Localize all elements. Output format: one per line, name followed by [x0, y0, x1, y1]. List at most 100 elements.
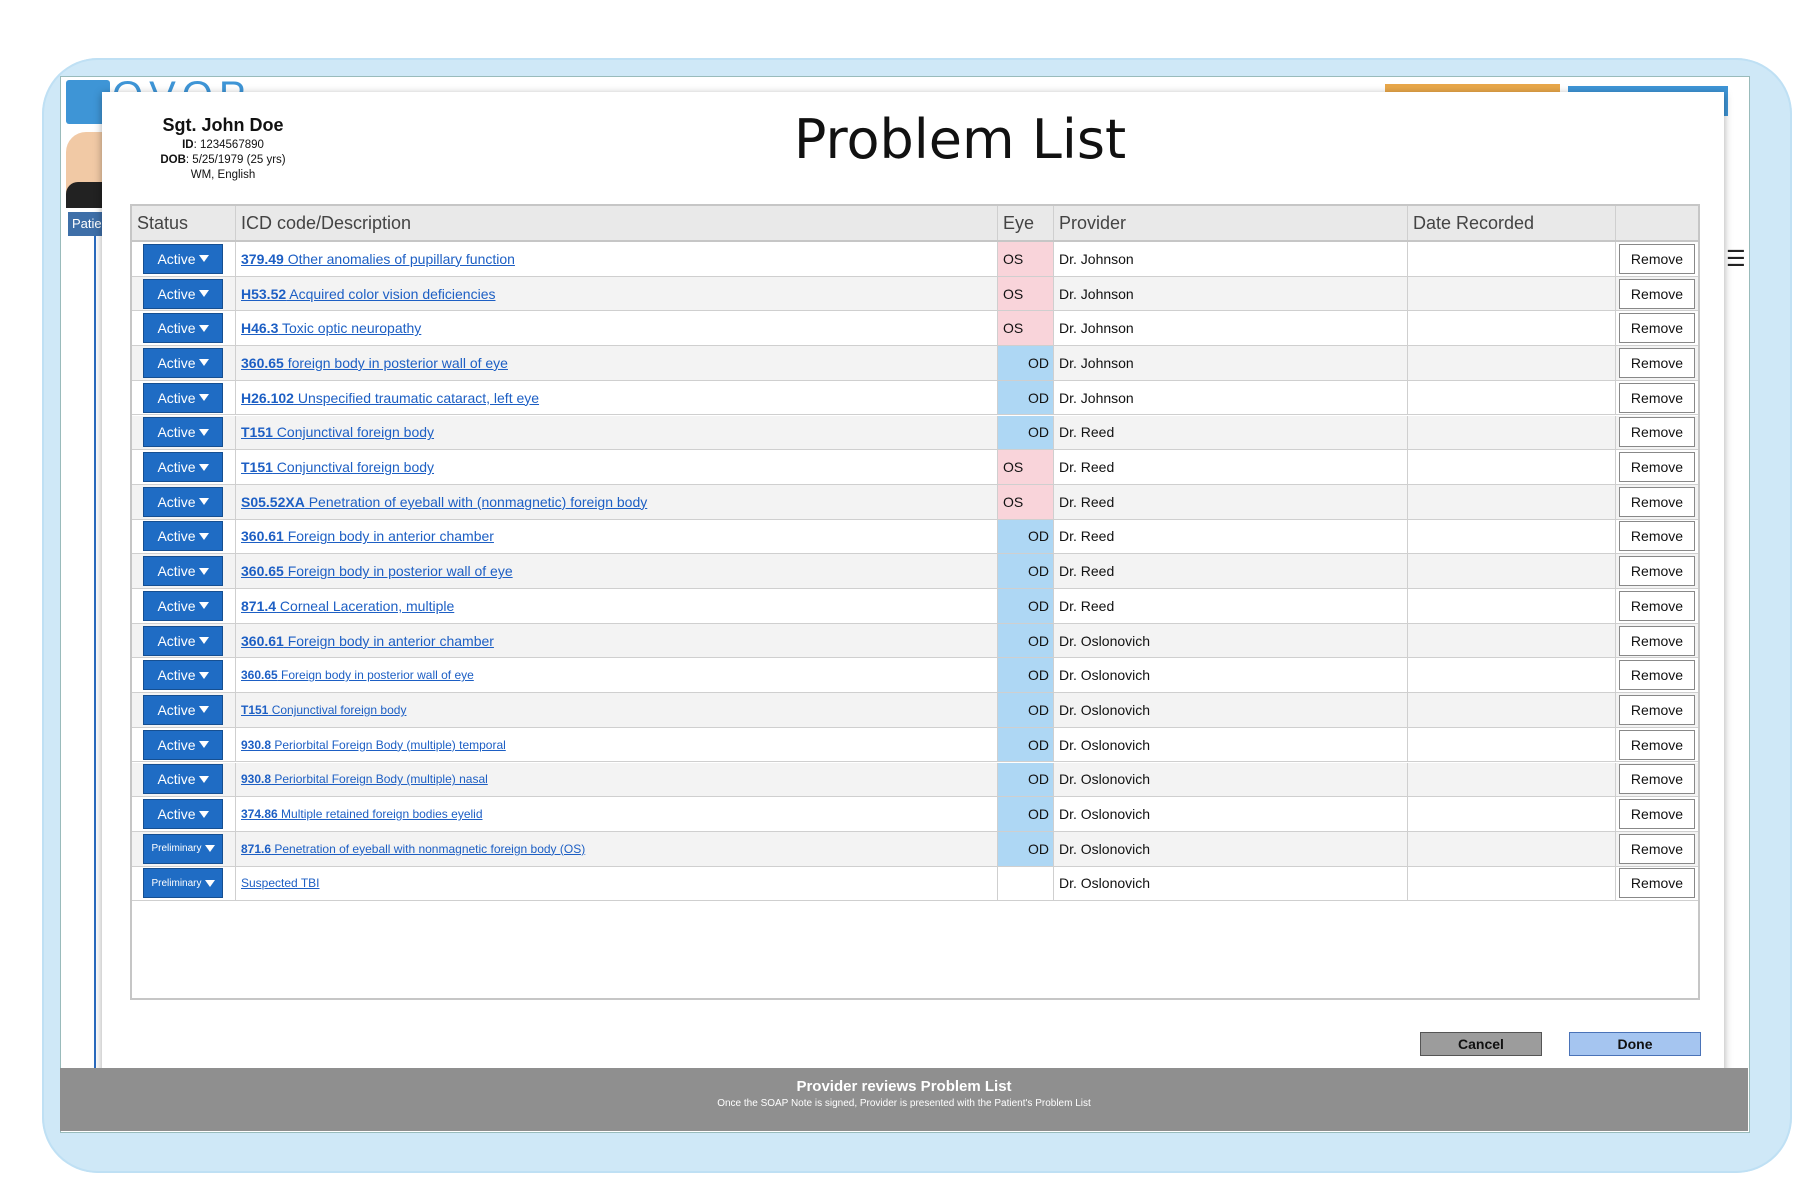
- icd-link[interactable]: 360.61 Foreign body in anterior chamber: [241, 528, 494, 544]
- status-label: Active: [157, 493, 196, 510]
- status-dropdown[interactable]: Active: [143, 521, 223, 552]
- status-dropdown[interactable]: Active: [143, 243, 223, 274]
- remove-button[interactable]: Remove: [1619, 833, 1695, 864]
- status-dropdown[interactable]: Active: [143, 347, 223, 378]
- page-title: Problem List: [793, 108, 1127, 171]
- header-eye: Eye: [998, 206, 1054, 240]
- icd-link[interactable]: H53.52 Acquired color vision deficiencie…: [241, 286, 496, 302]
- icd-description: Other anomalies of pupillary function: [283, 250, 515, 267]
- icd-link[interactable]: 871.6 Penetration of eyeball with nonmag…: [241, 842, 585, 856]
- remove-button[interactable]: Remove: [1619, 868, 1695, 899]
- icd-link[interactable]: T151 Conjunctival foreign body: [241, 459, 434, 475]
- provider-cell: Dr. Reed: [1054, 519, 1408, 554]
- status-cell: Preliminary: [132, 831, 236, 866]
- status-cell: Active: [132, 450, 236, 484]
- description-cell: 360.65 Foreign body in posterior wall of…: [236, 554, 998, 588]
- remove-button[interactable]: Remove: [1619, 417, 1695, 448]
- caret-down-icon: [204, 879, 215, 887]
- status-label: Active: [157, 563, 196, 580]
- icd-link[interactable]: Suspected TBI: [241, 876, 320, 890]
- icd-link[interactable]: 871.4 Corneal Laceration, multiple: [241, 598, 454, 614]
- caret-down-icon: [198, 359, 209, 367]
- icd-link[interactable]: 360.65 Foreign body in posterior wall of…: [241, 668, 474, 682]
- remove-button[interactable]: Remove: [1619, 799, 1695, 830]
- status-dropdown[interactable]: Active: [143, 382, 223, 413]
- remove-button[interactable]: Remove: [1619, 452, 1695, 483]
- eye-cell: OD: [998, 415, 1054, 450]
- status-dropdown[interactable]: Active: [143, 278, 223, 309]
- remove-button[interactable]: Remove: [1619, 278, 1695, 309]
- icd-link[interactable]: 360.65 foreign body in posterior wall of…: [241, 355, 508, 371]
- status-dropdown[interactable]: Active: [143, 660, 223, 691]
- action-cell: Remove: [1616, 311, 1698, 345]
- remove-button[interactable]: Remove: [1619, 313, 1695, 344]
- caret-down-icon: [198, 602, 209, 610]
- remove-button[interactable]: Remove: [1619, 590, 1695, 621]
- date-recorded-cell: [1408, 311, 1616, 346]
- status-cell: Active: [132, 380, 236, 415]
- date-recorded-cell: [1408, 797, 1616, 831]
- remove-button[interactable]: Remove: [1619, 382, 1695, 413]
- date-recorded-cell: [1408, 866, 1616, 901]
- status-dropdown[interactable]: Active: [143, 764, 223, 795]
- cancel-button[interactable]: Cancel: [1420, 1032, 1542, 1056]
- description-cell: H46.3 Toxic optic neuropathy: [236, 311, 998, 346]
- status-cell: Active: [132, 797, 236, 831]
- header-provider: Provider: [1054, 206, 1408, 240]
- status-label: Active: [157, 667, 196, 684]
- remove-button[interactable]: Remove: [1619, 694, 1695, 725]
- eye-cell: OD: [998, 589, 1054, 623]
- done-button[interactable]: Done: [1569, 1032, 1701, 1056]
- caption-subtitle: Once the SOAP Note is signed, Provider i…: [717, 1098, 1091, 1109]
- remove-button[interactable]: Remove: [1619, 521, 1695, 552]
- remove-button[interactable]: Remove: [1619, 729, 1695, 760]
- icd-link[interactable]: T151 Conjunctival foreign body: [241, 703, 406, 717]
- remove-button[interactable]: Remove: [1619, 243, 1695, 274]
- remove-button[interactable]: Remove: [1619, 625, 1695, 656]
- icd-link[interactable]: 930.8 Periorbital Foreign Body (multiple…: [241, 772, 488, 786]
- remove-button[interactable]: Remove: [1619, 764, 1695, 795]
- date-recorded-cell: [1408, 242, 1616, 276]
- eye-cell: OD: [998, 693, 1054, 727]
- status-dropdown[interactable]: Active: [143, 417, 223, 448]
- status-cell: Active: [132, 415, 236, 450]
- remove-button[interactable]: Remove: [1619, 486, 1695, 517]
- icd-link[interactable]: T151 Conjunctival foreign body: [241, 424, 434, 440]
- status-dropdown[interactable]: Active: [143, 452, 223, 483]
- remove-button[interactable]: Remove: [1619, 556, 1695, 587]
- icd-link[interactable]: 379.49 Other anomalies of pupillary func…: [241, 251, 515, 267]
- status-dropdown[interactable]: Active: [143, 486, 223, 517]
- table-row: Active T151 Conjunctival foreign body OD Dr…: [132, 415, 1698, 451]
- action-cell: Remove: [1616, 485, 1698, 519]
- status-label: Active: [157, 528, 196, 545]
- icd-code: T151: [241, 702, 269, 717]
- status-dropdown[interactable]: Active: [143, 625, 223, 656]
- status-dropdown[interactable]: Active: [143, 313, 223, 344]
- patient-avatar-shirt: [66, 182, 104, 208]
- status-dropdown[interactable]: Active: [143, 729, 223, 760]
- icd-link[interactable]: S05.52XA Penetration of eyeball with (no…: [241, 494, 647, 510]
- status-dropdown[interactable]: Active: [143, 590, 223, 621]
- status-label: Active: [157, 736, 196, 753]
- icd-link[interactable]: 930.8 Periorbital Foreign Body (multiple…: [241, 738, 506, 752]
- status-dropdown[interactable]: Active: [143, 694, 223, 725]
- status-dropdown[interactable]: Active: [143, 556, 223, 587]
- status-dropdown[interactable]: Preliminary: [143, 833, 223, 864]
- icd-link[interactable]: 374.86 Multiple retained foreign bodies …: [241, 807, 483, 821]
- icd-link[interactable]: 360.61 Foreign body in anterior chamber: [241, 633, 494, 649]
- remove-button[interactable]: Remove: [1619, 660, 1695, 691]
- icd-link[interactable]: H26.102 Unspecified traumatic cataract, …: [241, 390, 539, 406]
- remove-button[interactable]: Remove: [1619, 347, 1695, 378]
- status-label: Active: [157, 389, 196, 406]
- status-dropdown[interactable]: Active: [143, 799, 223, 830]
- icd-link[interactable]: 360.65 Foreign body in posterior wall of…: [241, 563, 513, 579]
- date-recorded-cell: [1408, 658, 1616, 693]
- eye-cell: OS: [998, 242, 1054, 276]
- provider-cell: Dr. Johnson: [1054, 276, 1408, 311]
- status-dropdown[interactable]: Preliminary: [143, 868, 223, 899]
- table-row: Active H26.102 Unspecified traumatic cata…: [132, 380, 1698, 416]
- action-cell: Remove: [1616, 416, 1698, 450]
- icd-link[interactable]: H46.3 Toxic optic neuropathy: [241, 320, 421, 336]
- description-cell: H26.102 Unspecified traumatic cataract, …: [236, 380, 998, 415]
- provider-cell: Dr. Johnson: [1054, 346, 1408, 380]
